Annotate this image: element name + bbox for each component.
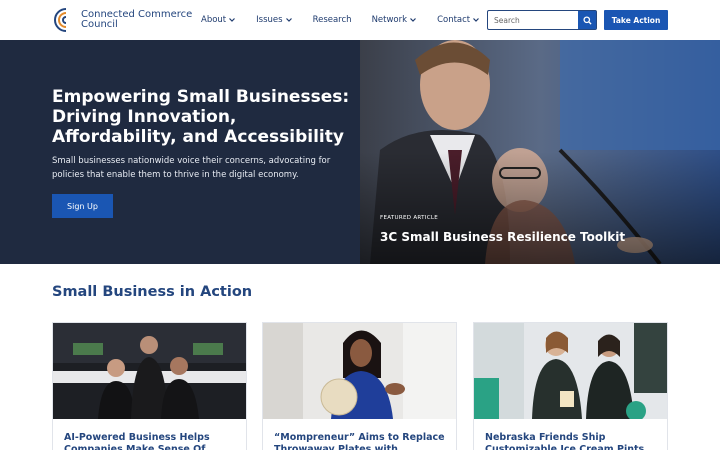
site-logo[interactable]: Connected Commerce Council xyxy=(52,5,192,35)
sign-up-button[interactable]: Sign Up xyxy=(52,194,113,218)
site-header: Connected Commerce Council About Issues … xyxy=(0,0,720,40)
card-title: “Mompreneur” Aims to Replace Throwaway P… xyxy=(274,432,445,450)
chevron-down-icon xyxy=(229,18,236,22)
nav-research-label: Research xyxy=(312,15,352,25)
nav-about-label: About xyxy=(201,15,227,25)
nav-about[interactable]: About xyxy=(201,15,236,25)
section-title: Small Business in Action xyxy=(52,284,253,300)
nav-issues-label: Issues xyxy=(256,15,283,25)
search-icon xyxy=(582,15,592,25)
featured-article[interactable]: FEATURED ARTICLE 3C Small Business Resil… xyxy=(360,40,720,264)
card-photo xyxy=(474,323,667,419)
featured-label: FEATURED ARTICLE xyxy=(380,215,438,221)
hero-panel: Empowering Small Businesses: Driving Inn… xyxy=(0,40,360,264)
hero-section: Empowering Small Businesses: Driving Inn… xyxy=(0,40,720,264)
take-action-button[interactable]: Take Action xyxy=(604,10,668,30)
card-title: AI-Powered Business Helps Companies Make… xyxy=(64,432,210,450)
main-nav: About Issues Research Network Contact xyxy=(201,14,480,26)
card-image xyxy=(53,323,246,419)
nav-network-label: Network xyxy=(371,15,408,25)
featured-title[interactable]: 3C Small Business Resilience Toolkit xyxy=(380,230,625,244)
chevron-down-icon xyxy=(410,18,416,22)
nav-contact[interactable]: Contact xyxy=(437,15,480,25)
hero-subtitle: Small businesses nationwide voice their … xyxy=(52,156,331,180)
card-photo xyxy=(53,323,246,419)
logo-icon xyxy=(54,8,67,32)
search-button[interactable] xyxy=(578,11,596,29)
chevron-down-icon xyxy=(285,18,292,22)
card-photo xyxy=(263,323,456,419)
story-card[interactable]: AI-Powered Business Helps Companies Make… xyxy=(52,322,247,450)
hero-title: Empowering Small Businesses: Driving Inn… xyxy=(52,87,350,147)
nav-research[interactable]: Research xyxy=(313,15,352,25)
story-card[interactable]: Nebraska Friends Ship Customizable Ice C… xyxy=(473,322,668,450)
nav-network[interactable]: Network xyxy=(372,15,418,25)
search-box xyxy=(487,10,597,30)
card-image xyxy=(263,323,456,419)
card-title: Nebraska Friends Ship Customizable Ice C… xyxy=(485,432,645,450)
story-card[interactable]: “Mompreneur” Aims to Replace Throwaway P… xyxy=(262,322,457,450)
search-input[interactable] xyxy=(488,11,578,29)
logo-line2: Council xyxy=(81,19,118,30)
nav-contact-label: Contact xyxy=(437,15,471,25)
logo-text: Connected Commerce Council xyxy=(81,10,192,30)
chevron-down-icon xyxy=(473,18,480,22)
nav-issues[interactable]: Issues xyxy=(256,15,292,25)
card-image xyxy=(474,323,667,419)
